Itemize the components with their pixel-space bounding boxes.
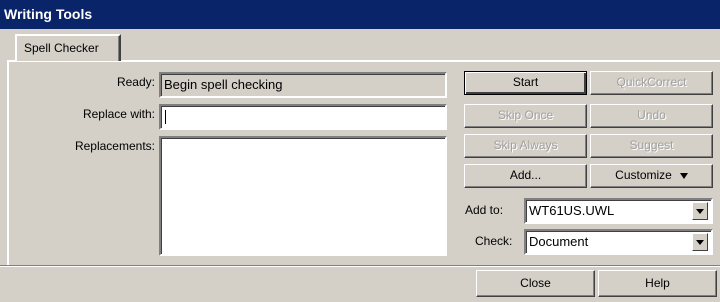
status-field: Begin spell checking xyxy=(159,72,447,98)
close-button[interactable]: Close xyxy=(476,270,595,297)
add-to-value: WT61US.UWL xyxy=(529,203,615,218)
add-button[interactable]: Add... xyxy=(464,164,587,188)
start-button[interactable]: Start xyxy=(464,71,587,95)
help-button[interactable]: Help xyxy=(598,270,717,297)
text-caret xyxy=(165,110,166,124)
suggest-button[interactable]: Suggest xyxy=(590,134,713,158)
add-to-select[interactable]: WT61US.UWL xyxy=(524,198,713,224)
skip-once-button[interactable]: Skip Once xyxy=(464,104,587,128)
check-label: Check: xyxy=(475,234,513,248)
quickcorrect-button[interactable]: QuickCorrect xyxy=(590,71,713,95)
check-value: Document xyxy=(529,234,589,249)
window-title: Writing Tools xyxy=(0,0,720,29)
triangle-down-icon xyxy=(679,172,688,179)
check-select[interactable]: Document xyxy=(524,229,713,255)
skip-always-button[interactable]: Skip Always xyxy=(464,134,587,158)
status-label: Ready: xyxy=(116,75,155,89)
replacements-label: Replacements: xyxy=(74,139,155,153)
chevron-down-icon[interactable] xyxy=(692,202,708,220)
status-value: Begin spell checking xyxy=(164,77,283,92)
replace-with-input[interactable] xyxy=(159,104,447,130)
separator xyxy=(0,265,720,267)
replace-with-label: Replace with: xyxy=(82,107,155,121)
customize-button[interactable]: Customize xyxy=(590,164,713,188)
tab-spell-checker[interactable]: Spell Checker xyxy=(15,34,121,61)
undo-button[interactable]: Undo xyxy=(590,104,713,128)
add-to-label: Add to: xyxy=(465,203,504,217)
chevron-down-icon[interactable] xyxy=(692,233,708,251)
customize-label: Customize xyxy=(615,168,672,182)
replacements-list[interactable] xyxy=(159,136,447,256)
